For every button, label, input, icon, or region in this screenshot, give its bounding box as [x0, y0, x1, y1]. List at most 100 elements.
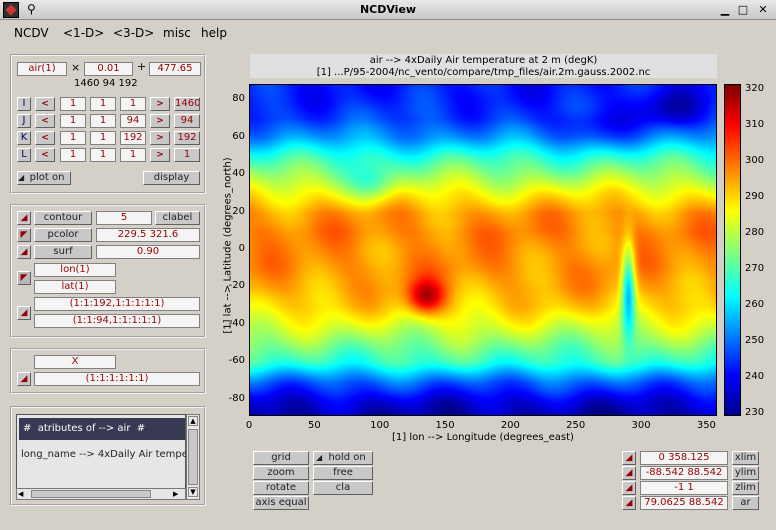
dim-2-start-field[interactable]: 1 — [60, 131, 86, 145]
dim-2-max-button[interactable]: 192 — [174, 131, 200, 145]
rotate-button[interactable]: rotate — [253, 481, 309, 495]
contour-button[interactable]: contour — [34, 211, 92, 225]
dim-0-button[interactable]: I — [17, 97, 31, 111]
colorbar-tick-label: 270 — [745, 263, 765, 274]
x-tick-label: 100 — [370, 420, 390, 431]
ar-toggle[interactable]: ◢ — [622, 496, 636, 510]
axis-equal-button[interactable]: axis equal — [253, 496, 309, 510]
dim-3-next-button[interactable]: > — [150, 148, 170, 162]
dim-2-button[interactable]: K — [17, 131, 31, 145]
dim-1-start-field[interactable]: 1 — [60, 114, 86, 128]
scroll-h-thumb[interactable] — [31, 490, 151, 498]
surf-toggle[interactable]: ◢ — [17, 245, 31, 259]
scroll-down-arrow[interactable]: ▼ — [188, 487, 198, 497]
scroll-right-arrow[interactable]: ▶ — [173, 489, 183, 499]
free-button[interactable]: free — [313, 466, 373, 480]
zlim-toggle[interactable]: ◢ — [622, 481, 636, 495]
colorbar-tick-label: 240 — [745, 371, 765, 383]
scroll-up-arrow[interactable]: ▲ — [188, 416, 198, 426]
dim-0-end-field[interactable]: 1 — [120, 97, 146, 111]
dim-1-button[interactable]: J — [17, 114, 31, 128]
dim-0-next-button[interactable]: > — [150, 97, 170, 111]
x-axis-variable-field[interactable]: lon(1) — [34, 263, 116, 277]
xlim-field[interactable]: 0 358.125 — [640, 451, 728, 465]
scroll-thumb[interactable] — [188, 429, 198, 485]
surf-alpha-field[interactable]: 0.90 — [96, 245, 200, 259]
ylim-field[interactable]: -88.542 88.542 — [640, 466, 728, 480]
pcolor-button[interactable]: pcolor — [34, 228, 92, 242]
dim-3-end-field[interactable]: 1 — [120, 148, 146, 162]
dim-2-next-button[interactable]: > — [150, 131, 170, 145]
menu-misc[interactable]: misc — [163, 26, 191, 40]
dim-2-prev-button[interactable]: < — [35, 131, 55, 145]
dim-3-prev-button[interactable]: < — [35, 148, 55, 162]
dim-1-step-field[interactable]: 1 — [90, 114, 116, 128]
ylim-button[interactable]: ylim — [732, 466, 759, 480]
zlim-button[interactable]: zlim — [732, 481, 759, 495]
xy-swap-toggle[interactable]: ◤ — [17, 271, 31, 285]
dim-3-start-field[interactable]: 1 — [60, 148, 86, 162]
pcolor-map[interactable] — [249, 84, 717, 416]
menubar: NCDV <1-D> <3-D> misc help — [0, 21, 776, 45]
ar-button[interactable]: ar — [732, 496, 759, 510]
variable-field[interactable]: air(1) — [17, 62, 67, 76]
menu-1d[interactable]: <1-D> — [63, 26, 104, 40]
attributes-header[interactable]: # atributes of --> air # — [19, 418, 185, 440]
plot-on-button[interactable]: ◢ plot on — [17, 171, 71, 185]
attribute-long-name[interactable]: long_name --> 4xDaily Air temperat — [21, 449, 187, 460]
one-d-range-field[interactable]: (1:1:1:1:1:1) — [34, 372, 200, 386]
dim-2-end-field[interactable]: 192 — [120, 131, 146, 145]
grid-button[interactable]: grid — [253, 451, 309, 465]
attributes-vertical-scrollbar[interactable]: ▲ ▼ — [186, 414, 200, 500]
menu-ncdv[interactable]: NCDV — [14, 26, 49, 40]
dim-1-prev-button[interactable]: < — [35, 114, 55, 128]
pcolor-toggle[interactable]: ◤ — [17, 228, 31, 242]
one-d-axis-field[interactable]: X — [34, 355, 116, 369]
maximize-button[interactable]: □ — [736, 3, 750, 17]
colorbar-tick-label: 310 — [745, 118, 765, 130]
surf-button[interactable]: surf — [34, 245, 92, 259]
dim-1-end-field[interactable]: 94 — [120, 114, 146, 128]
attributes-horizontal-scrollbar[interactable]: ◀ ▶ — [16, 488, 186, 500]
one-d-toggle[interactable]: ◢ — [17, 372, 31, 386]
display-button[interactable]: display — [143, 171, 200, 185]
y-axis-variable-field[interactable]: lat(1) — [34, 280, 116, 294]
dim-3-step-field[interactable]: 1 — [90, 148, 116, 162]
zlim-field[interactable]: -1 1 — [640, 481, 728, 495]
temperature-heatmap[interactable] — [249, 84, 717, 416]
xlim-button[interactable]: xlim — [732, 451, 759, 465]
dim-3-button[interactable]: L — [17, 148, 31, 162]
menu-3d[interactable]: <3-D> — [113, 26, 154, 40]
dim-3-max-button[interactable]: 1 — [174, 148, 200, 162]
close-button[interactable]: ✕ — [756, 3, 770, 17]
window-title: NCDView — [359, 3, 417, 16]
scale-field[interactable]: 0.01 — [84, 62, 133, 76]
plot-title: air --> 4xDaily Air temperature at 2 m (… — [369, 55, 598, 66]
ar-field[interactable]: 79.0625 88.542 — [640, 496, 728, 510]
range-toggle[interactable]: ◢ — [17, 306, 31, 320]
cla-button[interactable]: cla — [313, 481, 373, 495]
x-range-field[interactable]: (1:1:192,1:1:1:1:1) — [34, 297, 200, 311]
offset-field[interactable]: 477.65 — [149, 62, 201, 76]
dim-2-step-field[interactable]: 1 — [90, 131, 116, 145]
dim-1-next-button[interactable]: > — [150, 114, 170, 128]
menu-help[interactable]: help — [201, 26, 227, 40]
clabel-button[interactable]: clabel — [155, 211, 200, 225]
colorbar[interactable] — [724, 84, 741, 416]
contour-toggle[interactable]: ◢ — [17, 211, 31, 225]
dim-1-max-button[interactable]: 94 — [174, 114, 200, 128]
y-range-field[interactable]: (1:1:94,1:1:1:1:1) — [34, 314, 200, 328]
contour-levels-field[interactable]: 5 — [96, 211, 152, 225]
ylim-toggle[interactable]: ◢ — [622, 466, 636, 480]
dim-0-step-field[interactable]: 1 — [90, 97, 116, 111]
hold-on-button[interactable]: ◢ hold on — [313, 451, 373, 465]
zoom-button[interactable]: zoom — [253, 466, 309, 480]
dim-0-max-button[interactable]: 1460 — [174, 97, 200, 111]
colorbar-tick-label: 260 — [745, 299, 765, 311]
dim-0-start-field[interactable]: 1 — [60, 97, 86, 111]
minimize-button[interactable]: ▁ — [718, 3, 732, 17]
dim-0-prev-button[interactable]: < — [35, 97, 55, 111]
scroll-left-arrow[interactable]: ◀ — [18, 489, 28, 499]
xlim-toggle[interactable]: ◢ — [622, 451, 636, 465]
pcolor-range-field[interactable]: 229.5 321.6 — [96, 228, 200, 242]
